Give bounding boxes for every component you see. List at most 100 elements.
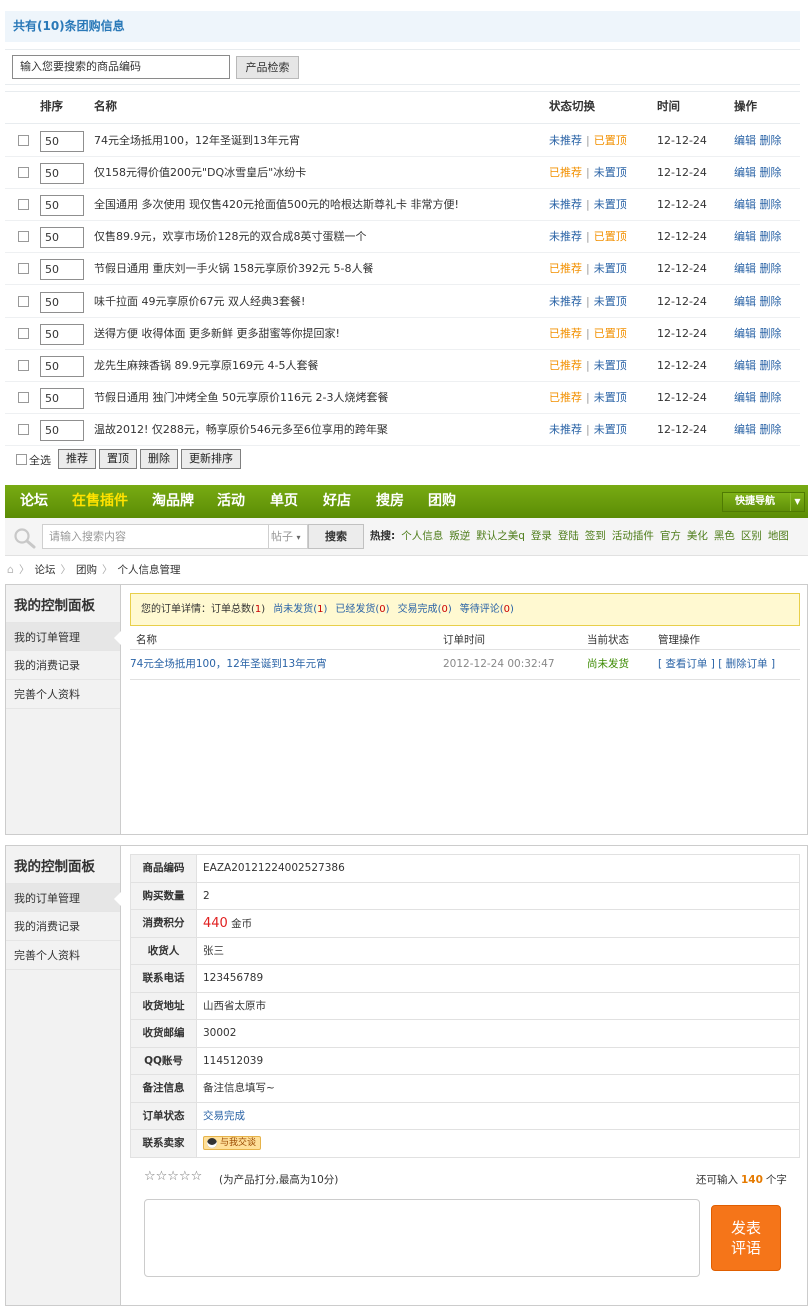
- qq-chat-button[interactable]: 与我交谈: [203, 1136, 262, 1150]
- menu-profile-2[interactable]: 完善个人资料: [6, 941, 120, 970]
- sort-order-input[interactable]: 50: [40, 227, 84, 249]
- delete-link[interactable]: 删除: [760, 423, 782, 436]
- edit-link[interactable]: 编辑: [734, 262, 756, 275]
- quick-nav-button[interactable]: 快捷导航 ▼: [722, 492, 805, 512]
- edit-link[interactable]: 编辑: [734, 423, 756, 436]
- order-filter-tab[interactable]: 尚未发货(1): [273, 604, 327, 615]
- select-all[interactable]: 全选: [16, 452, 51, 468]
- nav-page[interactable]: 单页: [270, 485, 298, 518]
- update-order-button[interactable]: 更新排序: [181, 449, 241, 469]
- pin-toggle[interactable]: 未置顶: [594, 166, 627, 179]
- recommend-toggle[interactable]: 已推荐: [549, 262, 582, 275]
- product-code-search-input[interactable]: 输入您要搜索的商品编码: [12, 55, 230, 79]
- recommend-toggle[interactable]: 未推荐: [549, 230, 582, 243]
- hot-search-link[interactable]: 活动插件: [612, 530, 654, 542]
- edit-link[interactable]: 编辑: [734, 198, 756, 211]
- nav-group-buy[interactable]: 团购: [428, 485, 456, 518]
- nav-forum[interactable]: 论坛: [20, 485, 48, 518]
- recommend-toggle[interactable]: 未推荐: [549, 198, 582, 211]
- nav-housing[interactable]: 搜房: [376, 485, 404, 518]
- recommend-toggle[interactable]: 已推荐: [549, 327, 582, 340]
- row-checkbox[interactable]: [18, 359, 29, 371]
- hot-search-link[interactable]: 黑色: [714, 530, 735, 542]
- hot-search-link[interactable]: 叛逆: [449, 530, 470, 542]
- delete-link[interactable]: 删除: [760, 391, 782, 404]
- row-checkbox[interactable]: [18, 263, 29, 275]
- edit-link[interactable]: 编辑: [734, 295, 756, 308]
- bulk-delete-button[interactable]: 删除: [140, 449, 178, 469]
- menu-profile[interactable]: 完善个人资料: [6, 680, 120, 709]
- sort-order-input[interactable]: 50: [40, 163, 84, 185]
- hot-search-link[interactable]: 个人信息: [401, 530, 443, 542]
- home-icon[interactable]: ⌂: [7, 563, 14, 576]
- recommend-toggle[interactable]: 已推荐: [549, 166, 582, 179]
- delete-link[interactable]: 删除: [760, 359, 782, 372]
- rating-stars[interactable]: ☆☆☆☆☆: [144, 1169, 202, 1184]
- hot-search-link[interactable]: 官方: [660, 530, 681, 542]
- sort-order-input[interactable]: 50: [40, 387, 84, 409]
- pin-toggle[interactable]: 已置顶: [594, 327, 627, 340]
- submit-comment-button[interactable]: 发表 评语: [711, 1205, 781, 1271]
- nav-brands[interactable]: 淘品牌: [152, 485, 194, 518]
- crumb-forum[interactable]: 论坛: [34, 564, 55, 576]
- order-name-link[interactable]: 74元全场抵用100，12年圣诞到13年元宵: [130, 650, 327, 679]
- recommend-toggle[interactable]: 已推荐: [549, 359, 582, 372]
- sort-order-input[interactable]: 50: [40, 291, 84, 313]
- edit-link[interactable]: 编辑: [734, 327, 756, 340]
- hot-search-link[interactable]: 地图: [768, 530, 789, 542]
- forum-search-input[interactable]: 请输入搜索内容: [42, 524, 268, 549]
- view-order-link[interactable]: [ 查看订单 ]: [658, 658, 715, 670]
- nav-events[interactable]: 活动: [217, 485, 245, 518]
- pin-toggle[interactable]: 未置顶: [594, 423, 627, 436]
- menu-consumption-2[interactable]: 我的消费记录: [6, 912, 120, 941]
- delete-link[interactable]: 删除: [760, 327, 782, 340]
- pin-toggle[interactable]: 未置顶: [594, 391, 627, 404]
- edit-link[interactable]: 编辑: [734, 359, 756, 372]
- sort-order-input[interactable]: 50: [40, 355, 84, 377]
- nav-shops[interactable]: 好店: [323, 485, 351, 518]
- delete-link[interactable]: 删除: [760, 198, 782, 211]
- delete-link[interactable]: 删除: [760, 262, 782, 275]
- pin-toggle[interactable]: 未置顶: [594, 295, 627, 308]
- edit-link[interactable]: 编辑: [734, 230, 756, 243]
- row-checkbox[interactable]: [18, 199, 29, 211]
- pin-toggle[interactable]: 已置顶: [594, 230, 627, 243]
- delete-link[interactable]: 删除: [760, 166, 782, 179]
- row-checkbox[interactable]: [18, 327, 29, 339]
- order-filter-tab[interactable]: 等待评论(0): [460, 604, 514, 615]
- menu-my-orders[interactable]: 我的订单管理: [6, 622, 121, 651]
- hot-search-link[interactable]: 登录: [531, 530, 552, 542]
- hot-search-link[interactable]: 美化: [687, 530, 708, 542]
- forum-search-button[interactable]: 搜索: [308, 524, 364, 549]
- recommend-toggle[interactable]: 未推荐: [549, 134, 582, 147]
- bulk-recommend-button[interactable]: 推荐: [58, 449, 96, 469]
- pin-toggle[interactable]: 未置顶: [594, 262, 627, 275]
- row-checkbox[interactable]: [18, 391, 29, 403]
- select-all-checkbox[interactable]: [16, 454, 27, 465]
- delete-link[interactable]: 删除: [760, 134, 782, 147]
- delete-order-link[interactable]: [ 删除订单 ]: [718, 658, 775, 670]
- edit-link[interactable]: 编辑: [734, 134, 756, 147]
- row-checkbox[interactable]: [18, 295, 29, 307]
- hot-search-link[interactable]: 签到: [585, 530, 606, 542]
- recommend-toggle[interactable]: 未推荐: [549, 295, 582, 308]
- order-filter-tab[interactable]: 已经发货(0): [335, 604, 389, 615]
- sort-order-input[interactable]: 50: [40, 323, 84, 345]
- hot-search-link[interactable]: 登陆: [558, 530, 579, 542]
- hot-search-link[interactable]: 区别: [741, 530, 762, 542]
- search-type-select[interactable]: 帖子 ▾: [268, 524, 308, 549]
- crumb-group-buy[interactable]: 团购: [76, 564, 97, 576]
- nav-plugins[interactable]: 在售插件: [72, 485, 128, 518]
- row-checkbox[interactable]: [18, 231, 29, 243]
- row-checkbox[interactable]: [18, 167, 29, 179]
- menu-consumption[interactable]: 我的消费记录: [6, 651, 120, 680]
- recommend-toggle[interactable]: 已推荐: [549, 391, 582, 404]
- order-filter-tab[interactable]: 交易完成(0): [398, 604, 452, 615]
- recommend-toggle[interactable]: 未推荐: [549, 423, 582, 436]
- delete-link[interactable]: 删除: [760, 295, 782, 308]
- hot-search-link[interactable]: 默认之美q: [476, 530, 525, 542]
- menu-my-orders-2[interactable]: 我的订单管理: [6, 883, 121, 912]
- pin-toggle[interactable]: 未置顶: [594, 359, 627, 372]
- pin-toggle[interactable]: 未置顶: [594, 198, 627, 211]
- row-checkbox[interactable]: [18, 135, 29, 146]
